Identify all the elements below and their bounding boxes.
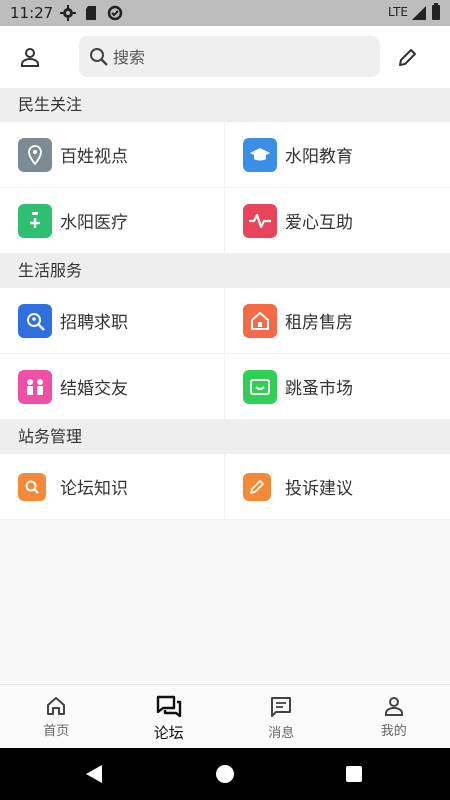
graduation-cap-icon (243, 137, 277, 172)
user-icon (21, 48, 39, 67)
home-icon (47, 697, 66, 715)
nav-forum[interactable]: 论坛 (113, 685, 226, 748)
grid-item-label: 结婚交友 (60, 379, 128, 399)
nav-messages[interactable]: 消息 (225, 685, 338, 748)
home-circle-icon[interactable] (216, 765, 234, 783)
grid-item[interactable]: 租房售房 (225, 288, 450, 354)
grid-item[interactable]: 结婚交友 (0, 354, 225, 420)
search-icon (18, 472, 46, 501)
nav-label: 首页 (43, 724, 70, 739)
grid-item-label: 招聘求职 (60, 313, 128, 333)
section-header: 生活服务 (0, 254, 450, 288)
grid-item[interactable]: 投诉建议 (225, 454, 450, 520)
system-nav-bar (0, 748, 450, 800)
settings-gear-icon (60, 5, 76, 21)
grid-item[interactable]: 水阳教育 (225, 122, 450, 188)
job-search-icon (18, 303, 52, 338)
grid-item-label: 爱心互助 (285, 213, 353, 233)
search-input[interactable] (113, 44, 363, 70)
section-grid: 招聘求职 租房售房 结婚交友 跳蚤市场 (0, 288, 450, 420)
grid-item-label: 水阳教育 (285, 147, 353, 167)
grid-item[interactable]: 跳蚤市场 (225, 354, 450, 420)
grid-item-label: 论坛知识 (60, 479, 128, 499)
bottom-nav: 首页 论坛 消息 我的 (0, 684, 450, 748)
message-icon (271, 697, 292, 717)
status-time: 11:27 (10, 4, 54, 22)
recent-apps-icon[interactable] (346, 766, 362, 782)
grid-item-label: 投诉建议 (285, 479, 353, 499)
grid-item-label: 水阳医疗 (60, 213, 128, 233)
nav-home[interactable]: 首页 (0, 685, 113, 748)
data-saver-icon (107, 5, 123, 21)
network-type: LTE (388, 5, 408, 19)
profile-icon (384, 697, 403, 716)
medical-kit-icon (18, 203, 52, 238)
grid-item[interactable]: 招聘求职 (0, 288, 225, 354)
battery-icon (432, 3, 440, 20)
grid-item[interactable]: 百姓视点 (0, 122, 225, 188)
grid-item[interactable]: 水阳医疗 (0, 188, 225, 254)
pencil-icon (399, 49, 416, 66)
grid-item-label: 百姓视点 (60, 147, 128, 167)
nav-label: 消息 (268, 726, 295, 741)
forum-icon (156, 695, 181, 718)
content: 民生关注 百姓视点 水阳教育 水阳医疗 爱心互助 生活服务 招聘求职 租房售房 … (0, 88, 450, 520)
top-bar (0, 26, 450, 88)
grid-item-label: 租房售房 (285, 313, 353, 333)
location-pin-icon (18, 137, 52, 172)
search-icon (90, 48, 108, 66)
grid-item[interactable]: 爱心互助 (225, 188, 450, 254)
section-header: 站务管理 (0, 420, 450, 454)
grid-item[interactable]: 论坛知识 (0, 454, 225, 520)
heartbeat-icon (243, 203, 277, 238)
back-icon[interactable] (86, 765, 102, 783)
edit-icon (243, 472, 271, 501)
status-bar: 11:27 LTE (0, 0, 450, 26)
user-button[interactable] (14, 41, 46, 73)
nav-profile[interactable]: 我的 (338, 685, 450, 748)
sd-card-icon (86, 6, 96, 20)
section-header: 民生关注 (0, 88, 450, 122)
compose-button[interactable] (394, 43, 422, 71)
search-bar[interactable] (79, 36, 380, 77)
nav-label: 论坛 (153, 724, 184, 742)
market-icon (243, 369, 277, 404)
section-grid: 论坛知识 投诉建议 (0, 454, 450, 520)
nav-label: 我的 (380, 724, 407, 739)
couple-icon (18, 369, 52, 404)
section-grid: 百姓视点 水阳教育 水阳医疗 爱心互助 (0, 122, 450, 254)
signal-icon (412, 6, 426, 20)
house-icon (243, 303, 277, 338)
grid-item-label: 跳蚤市场 (285, 379, 353, 399)
